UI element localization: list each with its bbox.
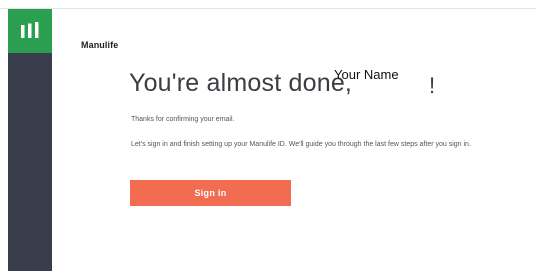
top-border (0, 0, 536, 9)
user-name: Your Name (334, 67, 399, 82)
main-content: Manulife You're almost done, Your Name !… (52, 9, 536, 271)
sign-in-button[interactable]: Sign in (130, 180, 291, 206)
instructions-message: Let's sign in and finish setting up your… (131, 141, 471, 148)
brand-wordmark: Manulife (81, 40, 119, 50)
confirm-message: Thanks for confirming your email. (131, 116, 235, 123)
logo-m-mark (21, 22, 39, 38)
manulife-logo-icon (8, 9, 52, 53)
page-title: You're almost done, (129, 69, 353, 97)
title-exclamation: ! (429, 73, 436, 98)
